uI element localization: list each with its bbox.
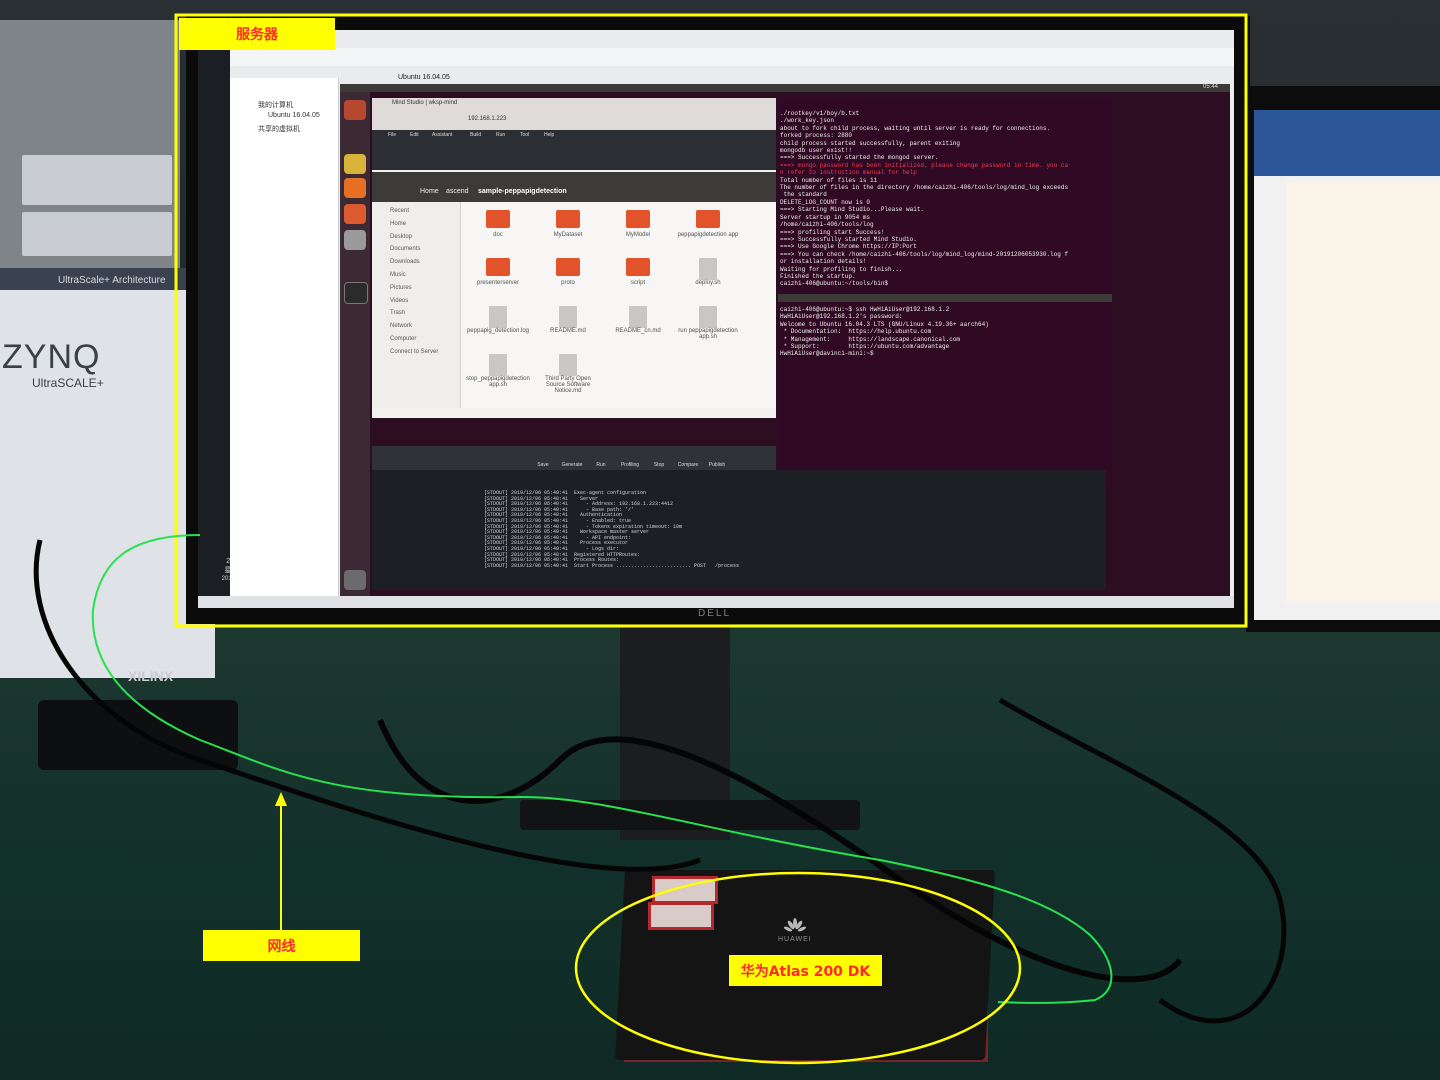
cable-label: 网线 [203, 930, 360, 961]
cable-arrow-head [275, 792, 287, 806]
device-label: 华为Atlas 200 DK [729, 955, 882, 986]
annotation-overlay [33, 13, 1287, 1065]
photo-scene: UltraScale+ Architecture ZYNQ UltraSCALE… [0, 0, 1440, 1080]
black-cable-1 [33, 539, 701, 872]
server-highlight-box [174, 13, 1248, 628]
server-label: 服务器 [179, 18, 335, 50]
black-cable-3 [998, 697, 1287, 1024]
